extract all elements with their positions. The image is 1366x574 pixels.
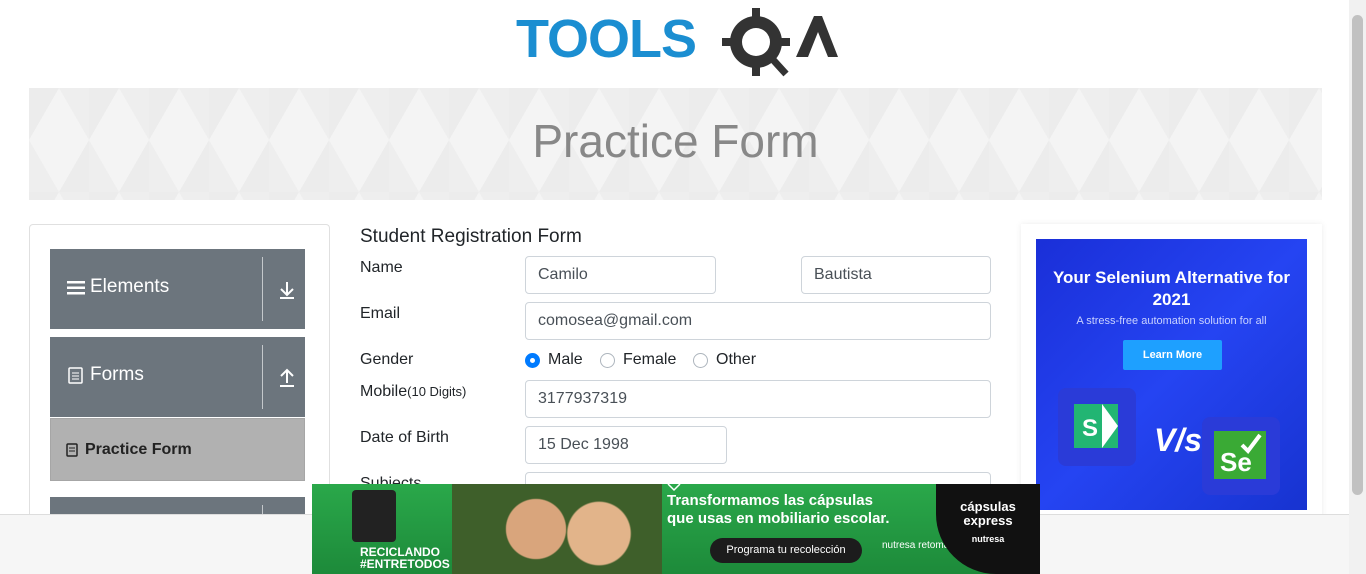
gender-option-label: Other [716,351,757,368]
document-icon [68,367,83,384]
ad-banner[interactable]: Your Selenium Alternative for 2021 A str… [1036,239,1307,510]
kids-photo [452,484,662,574]
gender-label: Gender [360,351,414,368]
svg-text:TOOLS: TOOLS [516,9,696,69]
scrollbar-thumb[interactable] [1352,15,1363,495]
divider [262,345,263,409]
selenium-logo: Se [1202,417,1280,495]
menu-icon [67,281,85,295]
svg-text:S: S [1082,415,1098,442]
sidebar-group-elements-label-wrap: Elements [66,276,169,298]
sidebar: Elements Forms Practice Form [29,224,330,537]
sidebar-item-practice-form[interactable]: Practice Form [50,418,305,481]
page-title: Practice Form [532,115,819,167]
learn-more-button[interactable]: Learn More [1123,340,1222,370]
gender-radio-female[interactable]: Female [600,351,676,369]
ad-headline: Transformamos las cápsulas que usas en m… [667,492,890,528]
form-icon [66,443,78,457]
ad-line2: que usas en mobiliario escolar. [667,510,890,527]
dob-label: Date of Birth [360,429,449,446]
email-input[interactable]: comosea@gmail.com [525,302,991,340]
capsulas-express-brand: cápsulas express nutresa [936,484,1040,574]
sidebar-group-label: Elements [90,276,170,297]
radio-unchecked[interactable] [693,352,708,368]
date-of-birth-input[interactable]: 15 Dec 1998 [525,426,727,464]
sidebar-group-label: Forms [90,364,144,385]
sidebar-ad[interactable]: Your Selenium Alternative for 2021 A str… [1021,224,1322,524]
sidebar-group-forms-label-wrap: Forms [66,364,144,386]
download-icon[interactable] [277,277,297,301]
ad-headline: Your Selenium Alternative for 2021 [1052,268,1291,309]
scrollbar[interactable] [1349,0,1366,574]
coffee-machine-image [352,490,396,542]
mobile-label-text: Mobile [360,383,408,400]
radio-unchecked[interactable] [600,352,615,368]
ad-cta-button[interactable]: Programa tu recolección [710,538,862,563]
chevron-down-icon[interactable] [667,484,681,492]
katalon-logo: S [1058,388,1136,466]
first-name-input[interactable]: Camilo [525,256,716,294]
mobile-hint: (10 Digits) [407,384,467,399]
page: TOOLS Practice Form Elements Forms Pract… [0,0,1366,574]
name-label: Name [360,259,403,276]
page-banner: Practice Form [29,88,1322,200]
gender-option-label: Male [548,351,583,368]
brand-name: cápsulas express [960,499,1016,528]
ad-vs-text: V/s [1154,422,1203,458]
gender-radio-male[interactable]: Male [525,351,583,369]
bottom-ad-banner[interactable]: RECICLANDO #ENTRETODOS Transformamos las… [312,484,1040,574]
ad-subtext: A stress-free automation solution for al… [1076,315,1267,327]
sidebar-group-elements[interactable]: Elements [50,249,305,329]
radio-checked[interactable] [525,352,540,368]
divider [262,257,263,321]
sidebar-item-label: Practice Form [85,441,192,458]
ad-line1: Transformamos las cápsulas [667,492,873,509]
last-name-input[interactable]: Bautista [801,256,991,294]
upload-icon[interactable] [277,365,297,389]
ad-recycle-text: RECICLANDO #ENTRETODOS [360,546,450,570]
ad-hashtag: #ENTRETODOS [360,557,450,571]
mobile-input[interactable]: 3177937319 [525,380,991,418]
email-label: Email [360,305,401,322]
mobile-label: Mobile(10 Digits) [360,383,466,401]
sidebar-group-forms[interactable]: Forms [50,337,305,417]
gender-option-label: Female [623,351,677,368]
toolsqa-logo[interactable]: TOOLS [516,4,838,78]
brand-sub: nutresa [971,534,1005,544]
gender-radio-other[interactable]: Other [693,351,756,369]
form-title: Student Registration Form [360,226,582,247]
